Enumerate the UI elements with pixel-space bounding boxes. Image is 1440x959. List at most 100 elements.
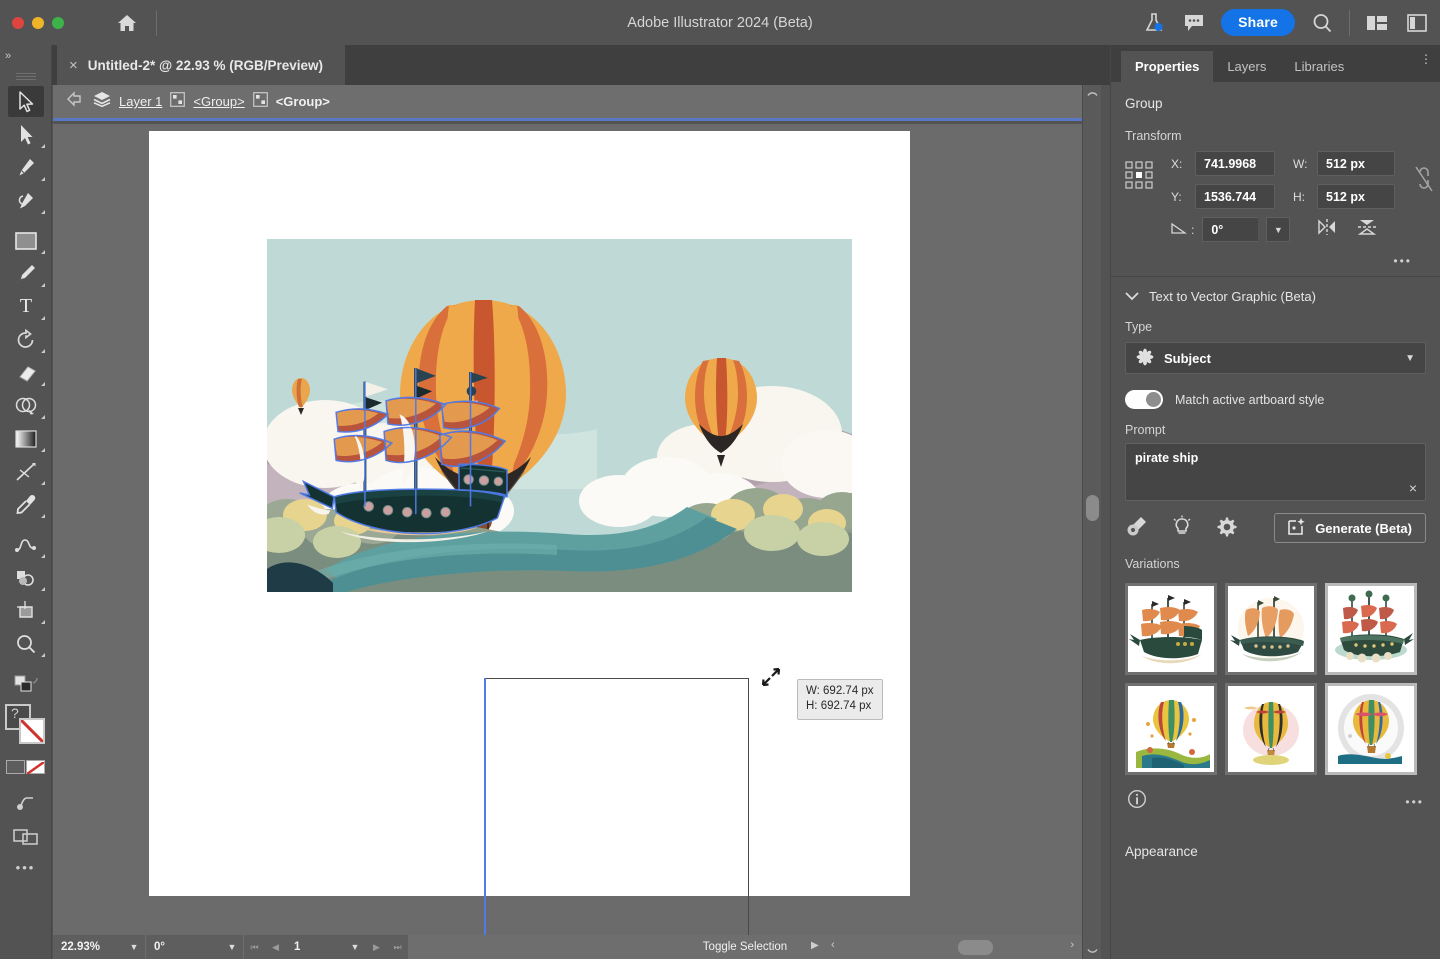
page-number-field[interactable]: 1 xyxy=(286,935,344,959)
match-artboard-style-toggle[interactable] xyxy=(1125,390,1163,409)
variation-ship-3[interactable] xyxy=(1325,583,1417,675)
beaker-icon[interactable] xyxy=(1141,10,1167,36)
height-field[interactable]: 512 px xyxy=(1317,184,1395,209)
tab-libraries[interactable]: Libraries xyxy=(1280,51,1358,82)
prompt-input[interactable]: pirate ship × xyxy=(1125,443,1426,501)
back-arrow-icon[interactable] xyxy=(67,91,85,112)
eraser-tool[interactable] xyxy=(0,356,52,389)
screen-mode-icon[interactable] xyxy=(0,819,52,852)
canvas-horizontal-scrollbar[interactable]: ▶ ‹ › xyxy=(823,935,1082,959)
artboard-tool[interactable] xyxy=(0,594,52,627)
hscrollbar-thumb[interactable] xyxy=(958,940,993,955)
flip-horizontal-icon[interactable] xyxy=(1316,218,1338,241)
pen-tool[interactable] xyxy=(0,151,52,184)
flip-vertical-icon[interactable] xyxy=(1356,218,1378,241)
swap-fill-stroke-icon[interactable] xyxy=(0,667,52,700)
shape-builder-tool[interactable] xyxy=(0,389,52,422)
style-picker-icon[interactable] xyxy=(1125,515,1149,542)
color-swatch[interactable] xyxy=(6,760,25,774)
variation-balloon-2[interactable] xyxy=(1225,683,1317,775)
workspace-icon[interactable] xyxy=(1364,10,1390,36)
blend-tool[interactable] xyxy=(0,528,52,561)
tab-layers[interactable]: Layers xyxy=(1213,51,1280,82)
close-window-button[interactable] xyxy=(12,17,24,29)
x-field[interactable]: 741.9968 xyxy=(1195,151,1275,176)
draw-mode-icon[interactable] xyxy=(0,786,52,819)
page-dropdown-icon[interactable]: ▼ xyxy=(344,935,366,959)
scroll-up-icon[interactable] xyxy=(1083,85,1101,101)
width-field[interactable]: 512 px xyxy=(1317,151,1395,176)
breadcrumb-item-group-1[interactable]: <Group> xyxy=(193,94,244,109)
reference-point-widget[interactable] xyxy=(1125,161,1155,191)
angle-dropdown-icon[interactable]: ▼ xyxy=(1266,217,1290,242)
variation-balloon-3[interactable] xyxy=(1325,683,1417,775)
y-field[interactable]: 1536.744 xyxy=(1195,184,1275,209)
rotation-dropdown-icon[interactable]: ▼ xyxy=(221,935,243,959)
scroll-right-icon[interactable]: › xyxy=(1070,939,1074,951)
rotate-tool[interactable] xyxy=(0,323,52,356)
type-select[interactable]: Subject ▼ xyxy=(1125,342,1426,374)
paintbrush-tool[interactable] xyxy=(0,257,52,290)
window-controls[interactable] xyxy=(0,17,64,29)
selection-edge-left[interactable] xyxy=(484,678,486,935)
eyedropper-tool[interactable] xyxy=(0,488,52,521)
layers-icon[interactable] xyxy=(93,91,111,112)
zoom-tool[interactable] xyxy=(0,627,52,660)
selection-tool[interactable] xyxy=(0,85,52,118)
width-tool[interactable] xyxy=(0,455,52,488)
fill-stroke-swatches[interactable]: ? xyxy=(0,702,52,758)
scroll-left-icon[interactable]: ‹ xyxy=(831,939,835,951)
close-icon[interactable]: × xyxy=(69,58,78,73)
last-page-icon[interactable]: ⏭ xyxy=(387,935,408,959)
lightbulb-icon[interactable] xyxy=(1171,515,1193,542)
toolbar-more-button[interactable]: ••• xyxy=(0,852,51,882)
artboard[interactable]: W: 692.74 px H: 692.74 px xyxy=(149,131,910,896)
rotation-angle-field[interactable]: 0° xyxy=(1202,217,1258,242)
share-button[interactable]: Share xyxy=(1221,9,1295,36)
minimize-window-button[interactable] xyxy=(32,17,44,29)
variation-ship-1[interactable] xyxy=(1125,583,1217,675)
stroke-swatch[interactable] xyxy=(19,718,45,744)
artwork-illustration[interactable] xyxy=(267,239,852,592)
rotation-field[interactable]: 0° xyxy=(146,935,221,959)
scroll-down-icon[interactable] xyxy=(1083,943,1102,959)
zoom-dropdown-icon[interactable]: ▼ xyxy=(123,935,145,959)
gear-icon[interactable] xyxy=(1215,515,1237,542)
comment-icon[interactable] xyxy=(1181,10,1207,36)
variation-ship-2[interactable] xyxy=(1225,583,1317,675)
zoom-level-field[interactable]: 22.93% xyxy=(53,935,123,959)
variations-more-button[interactable]: ••• xyxy=(1405,795,1424,809)
search-icon[interactable] xyxy=(1309,10,1335,36)
scrollbar-thumb[interactable] xyxy=(1086,495,1099,521)
panel-menu-icon[interactable]: ⋮ xyxy=(1420,56,1432,63)
canvas-vertical-scrollbar[interactable] xyxy=(1082,85,1101,959)
toolbar-grip[interactable] xyxy=(0,67,51,85)
tab-properties[interactable]: Properties xyxy=(1121,51,1213,82)
selection-bounding-box[interactable] xyxy=(484,678,749,935)
status-expand-icon[interactable]: ▶ xyxy=(811,940,819,951)
first-page-icon[interactable]: ⏮ xyxy=(244,935,265,959)
chevron-down-icon[interactable]: ▼ xyxy=(1405,353,1415,364)
clear-prompt-icon[interactable]: × xyxy=(1409,480,1417,496)
canvas-area[interactable]: W: 692.74 px H: 692.74 px xyxy=(53,124,1082,935)
variation-balloon-1[interactable] xyxy=(1125,683,1217,775)
curvature-tool[interactable] xyxy=(0,184,52,217)
info-icon[interactable] xyxy=(1127,789,1147,814)
maximize-window-button[interactable] xyxy=(52,17,64,29)
prev-page-icon[interactable]: ◀ xyxy=(265,935,286,959)
generate-button[interactable]: Generate (Beta) xyxy=(1274,513,1426,543)
next-page-icon[interactable]: ▶ xyxy=(366,935,387,959)
symbol-sprayer-tool[interactable] xyxy=(0,561,52,594)
type-tool[interactable]: T xyxy=(0,290,52,323)
transform-more-button[interactable]: ••• xyxy=(1125,250,1426,268)
color-mode-swatches[interactable] xyxy=(0,758,52,780)
breadcrumb-item-layer[interactable]: Layer 1 xyxy=(119,94,162,109)
rectangle-tool[interactable] xyxy=(0,224,52,257)
home-icon[interactable] xyxy=(112,8,142,38)
chevron-down-icon[interactable] xyxy=(1125,289,1139,304)
panel-icon[interactable] xyxy=(1404,10,1430,36)
constrain-proportions-icon[interactable] xyxy=(1414,165,1434,200)
gradient-tool[interactable] xyxy=(0,422,52,455)
direct-selection-tool[interactable] xyxy=(0,118,52,151)
text-to-vector-header[interactable]: Text to Vector Graphic (Beta) xyxy=(1111,277,1440,306)
